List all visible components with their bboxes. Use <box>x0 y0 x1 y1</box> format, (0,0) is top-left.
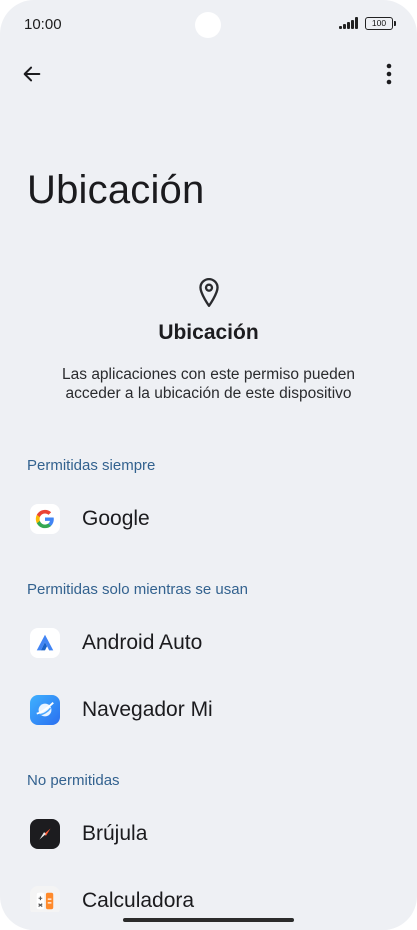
app-row-google[interactable]: Google <box>0 489 417 549</box>
status-bar: 10:00 100 <box>0 0 417 52</box>
battery-icon: 100 <box>365 17 396 30</box>
group-label-while-in-use: Permitidas solo mientras se usan <box>27 581 248 598</box>
group-label-always: Permitidas siempre <box>27 457 156 474</box>
more-options-button[interactable] <box>373 58 405 90</box>
app-label: Brújula <box>82 822 148 845</box>
front-camera <box>195 12 221 38</box>
compass-icon <box>30 819 60 849</box>
signal-icon <box>339 17 359 29</box>
app-row-navegador-mi[interactable]: Navegador Mi <box>0 680 417 740</box>
permission-description: Las aplicaciones con este permiso pueden… <box>62 366 355 402</box>
app-row-brujula[interactable]: Brújula <box>0 804 417 864</box>
android-auto-icon <box>30 628 60 658</box>
app-label: Calculadora <box>82 889 195 912</box>
phone-screen: 10:00 100 Ubicación Ubicación Las aplica… <box>0 0 417 930</box>
location-pin-icon <box>198 277 219 307</box>
group-label-denied: No permitidas <box>27 772 120 789</box>
page-title: Ubicación <box>27 168 205 212</box>
status-time: 10:00 <box>24 16 62 33</box>
app-label: Google <box>82 507 150 530</box>
back-button[interactable] <box>16 58 48 90</box>
arrow-left-icon <box>23 66 41 82</box>
app-label: Android Auto <box>82 631 203 654</box>
permission-title: Ubicación <box>158 321 259 344</box>
gesture-navigation-bar[interactable] <box>123 918 294 922</box>
more-vertical-icon <box>386 63 392 85</box>
mi-browser-icon <box>30 695 60 725</box>
app-label: Navegador Mi <box>82 698 213 721</box>
app-row-android-auto[interactable]: Android Auto <box>0 613 417 673</box>
permission-header: Ubicación Las aplicaciones con este perm… <box>0 277 417 403</box>
google-icon <box>30 504 60 534</box>
